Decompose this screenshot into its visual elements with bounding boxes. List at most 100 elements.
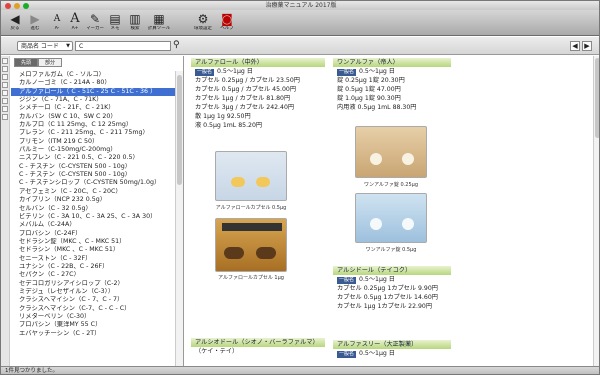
calculator-button[interactable]: ▦ 計算ツール bbox=[147, 12, 171, 32]
window-controls bbox=[5, 2, 29, 9]
dosage-row: 一般名 0.5～1μg 日 bbox=[333, 349, 451, 358]
index-tab[interactable] bbox=[2, 66, 8, 72]
list-item[interactable]: プリモン（ITM 219 C 50） bbox=[11, 138, 175, 146]
next-page-button[interactable]: ▶ bbox=[582, 41, 592, 51]
status-text: 1件見つかりました。 bbox=[5, 368, 58, 374]
list-item[interactable]: セデコロガリシアイシロップ（C-2） bbox=[11, 280, 175, 288]
dosage-row: カプセル 3μg / カプセル 242.40円 bbox=[191, 103, 325, 112]
list-item[interactable]: ビテリン（C - 3A 10、C - 3A 25、C - 3A 30） bbox=[11, 213, 175, 221]
list-item[interactable]: リメターベリン（C-30） bbox=[11, 313, 175, 321]
calculator-label: 計算ツール bbox=[147, 26, 171, 31]
search-bar: 商品名 コード ▼ C ⚲ ◀ ▶ bbox=[1, 37, 599, 55]
list-item[interactable]: セドラシン（MKC 、C - MKC 51） bbox=[11, 246, 175, 254]
list-item[interactable]: カルノーゴミ（C - 214A - 80） bbox=[11, 79, 175, 87]
search-input[interactable]: C bbox=[75, 41, 171, 51]
window-title: 治療薬マニュアル 2017版 bbox=[265, 2, 337, 9]
forward-button[interactable]: ▶ 進む bbox=[23, 12, 47, 32]
search-mode-select[interactable]: 商品名 コード ▼ bbox=[17, 41, 73, 51]
section-rows: 一般名 0.5～1μg 日カプセル 0.25μg / カプセル 23.50円 カプセ… bbox=[191, 67, 325, 130]
category-tag: 一般名 bbox=[337, 277, 357, 284]
list-item[interactable]: アルファロール（ C - 51C - 25 C - 51C - 36 ） bbox=[11, 87, 175, 97]
capsule-shape bbox=[224, 247, 244, 259]
detail-pane: アルファロール（中外） 一般名 0.5～1μg 日カプセル 0.25μg / カプ… bbox=[185, 56, 599, 366]
index-tab[interactable] bbox=[2, 114, 8, 120]
section-title: アルシドール（テイコク） bbox=[333, 266, 451, 275]
dosage-text: 0.5～1μg 日 bbox=[359, 68, 395, 75]
help-button[interactable]: ◙ ヘルプ bbox=[215, 12, 239, 32]
capsule-shape bbox=[256, 247, 276, 259]
capsule-shape bbox=[256, 177, 270, 187]
zoom-window-button[interactable] bbox=[23, 2, 29, 9]
tablet-shape bbox=[402, 153, 414, 165]
list-item[interactable]: C - チステン（C-CYSTEN 500 - 10g） bbox=[11, 171, 175, 179]
list-item[interactable]: クラシスヘマイシン（C - 7、C - 7） bbox=[11, 296, 175, 304]
list-item[interactable]: アセフェミン（C - 20C、C - 20C） bbox=[11, 188, 175, 196]
list-item[interactable]: メバルム（C-24A） bbox=[11, 221, 175, 229]
segment-partial[interactable]: 部分 bbox=[38, 58, 62, 67]
detail-scroll-thumb[interactable] bbox=[595, 58, 599, 138]
list-item[interactable]: ミデジュ（レセザイルン（C-3）） bbox=[11, 288, 175, 296]
find-button[interactable]: ▥ 検索 bbox=[123, 12, 147, 32]
list-item[interactable]: セドラシン錠（MKC 、C - MKC 51） bbox=[11, 238, 175, 246]
section-alfathree: アルファスリー（大正製薬） 一般名 0.5～1μg 日 bbox=[333, 340, 451, 358]
index-tab[interactable] bbox=[2, 82, 8, 88]
dosage-text: 液 0.5μg 1mL 85.20円 bbox=[195, 122, 263, 129]
search-icon[interactable]: ⚲ bbox=[173, 40, 180, 50]
list-item[interactable]: プロパシン（東洋MY 55 C） bbox=[11, 321, 175, 329]
index-tab[interactable] bbox=[2, 74, 8, 80]
list-item[interactable]: セルバン（C - 32 0.5g） bbox=[11, 205, 175, 213]
list-item[interactable]: セパクン（C - 27C） bbox=[11, 271, 175, 279]
status-bar: 1件見つかりました。 bbox=[1, 366, 599, 374]
dosage-row: カプセル 1μg / カプセル 81.80円 bbox=[191, 94, 325, 103]
list-item[interactable]: カイプリン（NCP 232 0.5g） bbox=[11, 196, 175, 204]
onealfa-05-image bbox=[355, 193, 427, 243]
prev-page-button[interactable]: ◀ bbox=[570, 41, 580, 51]
list-item[interactable]: エバヤッチーシン（C - 2T） bbox=[11, 330, 175, 338]
section-rows: （ケイ・テイ） bbox=[191, 347, 325, 356]
list-item[interactable]: ニスプレン（C - 221 0.5、C - 220 0.5） bbox=[11, 154, 175, 162]
list-item[interactable]: カルブロ（C 11 25mg、C 12 25mg） bbox=[11, 121, 175, 129]
dosage-row: カプセル 0.25μg 1カプセル 9.90円 bbox=[333, 284, 451, 293]
list-item[interactable]: ユナシン（C - 22B、C - 26F） bbox=[11, 263, 175, 271]
help-icon: ◙ bbox=[221, 12, 233, 26]
dosage-text: カプセル 0.5μg / カプセル 45.00円 bbox=[195, 86, 297, 93]
list-item[interactable]: カルバン（SW C 10、SW C 20） bbox=[11, 113, 175, 121]
dosage-text: 内用液 0.5μg 1mL 88.30円 bbox=[337, 104, 417, 111]
list-item[interactable]: C - チステンシロップ（C-CYSTEN 50mg/1.0g） bbox=[11, 179, 175, 187]
dosage-text: カプセル 1μg 1カプセル 22.90円 bbox=[337, 303, 433, 310]
list-item[interactable]: メロファルガム（C - ソルコ） bbox=[11, 71, 175, 79]
dosage-row: カプセル 0.25μg / カプセル 23.50円 bbox=[191, 76, 325, 85]
list-item[interactable]: C - チスチン（C-CYSTEN 500 - 10g） bbox=[11, 163, 175, 171]
segment-prefix[interactable]: 先頭 bbox=[14, 58, 38, 67]
dosage-text: カプセル 0.5μg 1カプセル 14.60円 bbox=[337, 294, 438, 301]
detail-scrollbar[interactable] bbox=[593, 56, 599, 366]
index-tab[interactable] bbox=[2, 106, 8, 112]
section-rows: 一般名 0.5～1μg 日 bbox=[333, 349, 451, 358]
find-label: 検索 bbox=[130, 26, 140, 31]
list-item[interactable]: ジジン（C - 71A、C - 71K） bbox=[11, 96, 175, 104]
preferences-button[interactable]: ⚙ 環境設定 bbox=[191, 12, 215, 32]
dosage-row: 一般名 0.5～1μg 日 bbox=[191, 67, 325, 76]
sidebar-scrollbar[interactable] bbox=[175, 71, 183, 366]
index-tab[interactable] bbox=[2, 90, 8, 96]
list-item[interactable]: セニーストン（C - 32F） bbox=[11, 255, 175, 263]
category-tag: 一般名 bbox=[195, 69, 215, 76]
list-item[interactable]: プレラン（C - 211 25mg、C - 211 75mg） bbox=[11, 129, 175, 137]
close-window-button[interactable] bbox=[5, 2, 11, 9]
calculator-icon: ▦ bbox=[153, 12, 165, 26]
minimize-window-button[interactable] bbox=[14, 2, 20, 9]
list-item[interactable]: プロバシン（C-24F） bbox=[11, 230, 175, 238]
match-mode-segment: 先頭 部分 bbox=[14, 58, 62, 67]
index-tab[interactable] bbox=[2, 98, 8, 104]
list-item[interactable]: パルミー（C-150mg/C-200mg） bbox=[11, 146, 175, 154]
list-item[interactable]: クラシスヘマイシン（C-7、C - C - C） bbox=[11, 305, 175, 313]
list-item[interactable]: シメチーロ（C - 21F、C - 21K） bbox=[11, 104, 175, 112]
dosage-text: （ケイ・テイ） bbox=[195, 348, 239, 355]
sidebar-scroll-thumb[interactable] bbox=[177, 75, 182, 185]
forward-arrow-icon: ▶ bbox=[30, 12, 40, 26]
tablet-shape bbox=[370, 218, 382, 230]
index-tab[interactable] bbox=[2, 58, 8, 64]
onealfa-05-caption: ワンアルファ錠 0.5μg bbox=[365, 247, 417, 253]
section-rows: 一般名 0.5～1μg 日錠 0.25μg 1錠 20.30円錠 0.5μg 1錠… bbox=[333, 67, 451, 112]
help-label: ヘルプ bbox=[220, 26, 234, 31]
